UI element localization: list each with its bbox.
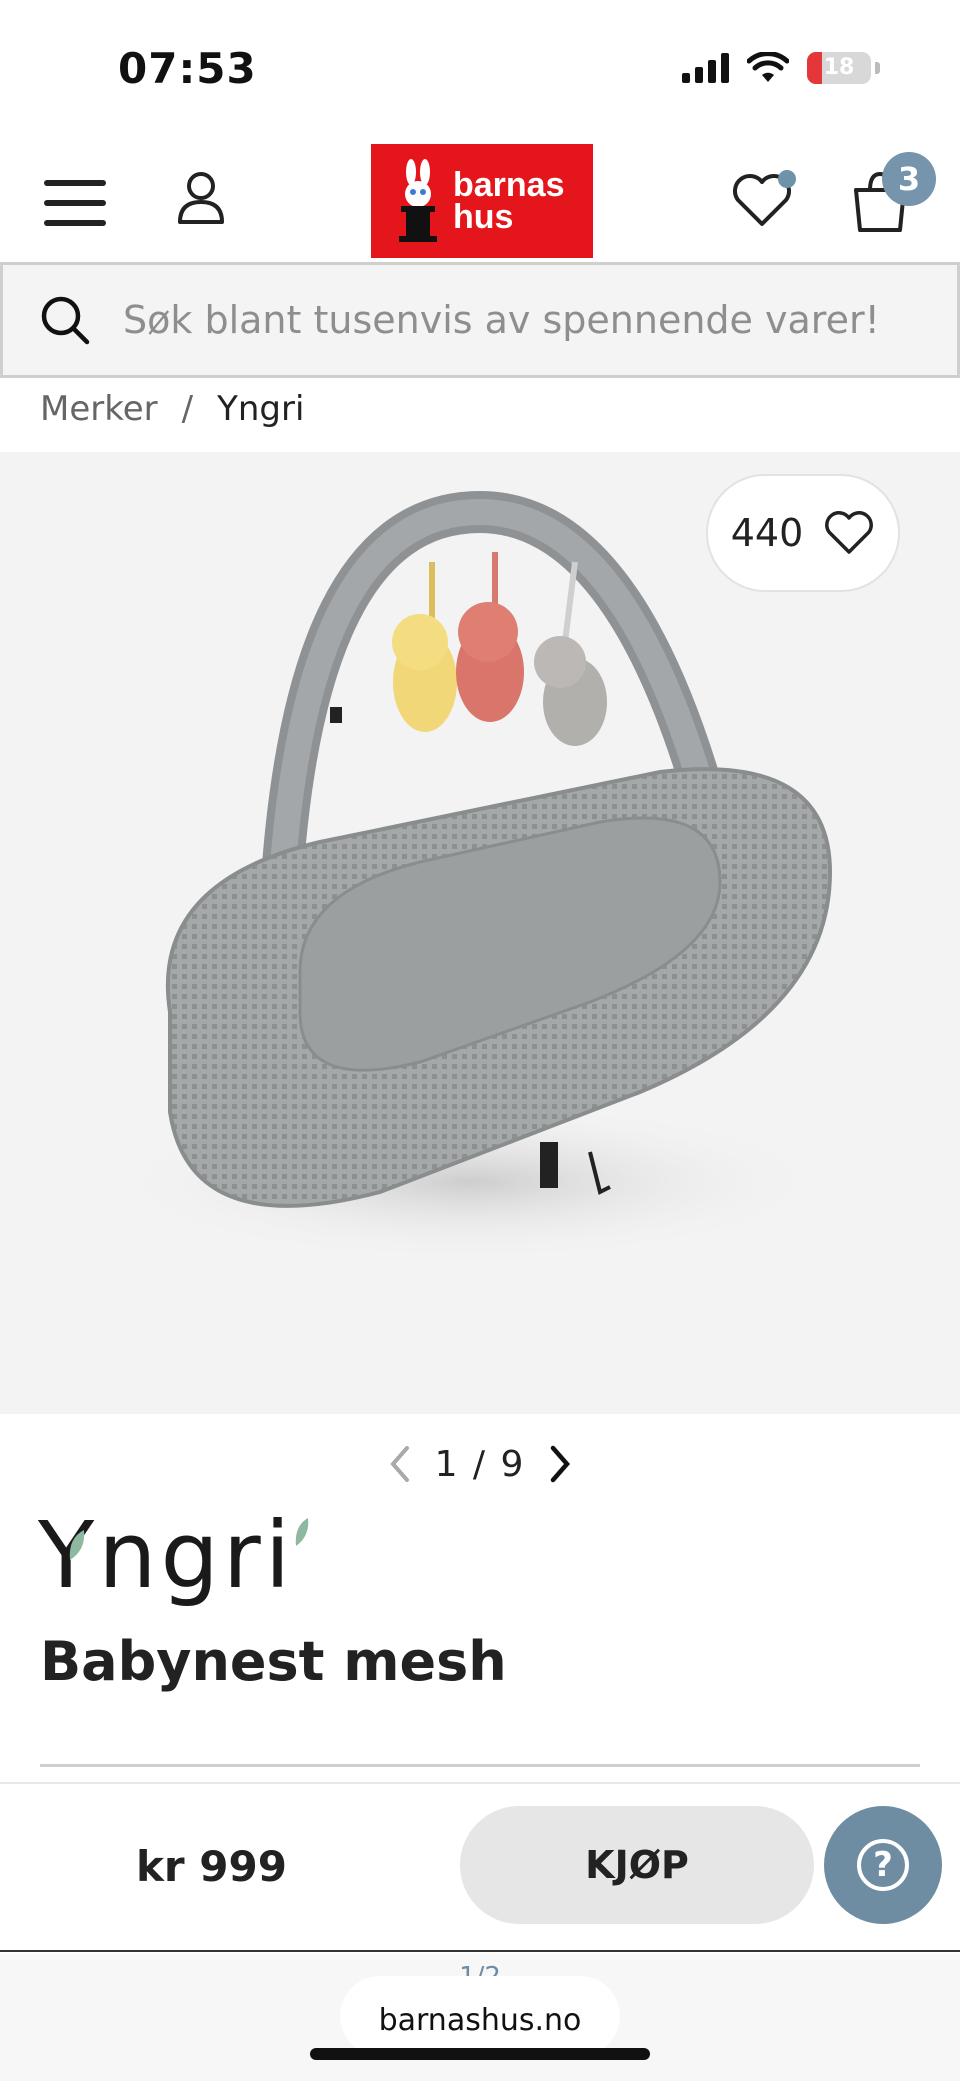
home-indicator[interactable] — [310, 2048, 650, 2060]
like-count: 440 — [730, 511, 804, 555]
breadcrumb-item-yngri: Yngri — [217, 389, 305, 429]
logo-text: barnas hus — [453, 166, 565, 236]
signal-icon — [682, 53, 729, 83]
battery-cap — [875, 62, 880, 74]
chevron-left-icon[interactable] — [385, 1444, 415, 1484]
product-price: kr 999 — [136, 1842, 287, 1891]
brand-logo-yngri[interactable]: Yngri — [38, 1510, 309, 1602]
total-pages: 9 — [500, 1443, 526, 1485]
status-time: 07:53 — [118, 44, 257, 93]
search-icon[interactable] — [39, 294, 91, 346]
breadcrumb: Merker / Yngri — [40, 388, 304, 430]
cart-count-badge[interactable]: 3 — [882, 152, 936, 206]
wishlist-notification-dot — [778, 170, 796, 188]
rabbit-hat-icon — [399, 159, 437, 242]
buy-bar: kr 999 KJØP ? — [0, 1782, 960, 1952]
account-icon[interactable] — [176, 170, 226, 226]
battery-level: 18 — [823, 55, 855, 80]
page-separator: / — [472, 1443, 488, 1485]
search-bar[interactable] — [0, 262, 960, 378]
like-button[interactable]: 440 — [706, 474, 900, 592]
current-page: 1 — [434, 1443, 460, 1485]
product-image-gallery[interactable]: 440 — [0, 452, 960, 1414]
status-icons: 18 — [682, 52, 880, 84]
barnashus-logo[interactable]: barnas hus — [371, 144, 593, 258]
divider — [40, 1764, 920, 1767]
product-photo-babynest — [110, 490, 833, 1262]
help-button[interactable]: ? — [824, 1806, 942, 1924]
browser-address-bar: 1/2 barnashus.no — [0, 1954, 960, 2081]
leaf-icon — [69, 1530, 85, 1560]
leaf-icon — [295, 1518, 309, 1546]
url-field[interactable]: barnashus.no — [340, 1976, 620, 2056]
carousel-navigation: 1 / 9 — [0, 1436, 960, 1492]
search-input[interactable] — [123, 298, 923, 342]
breadcrumb-item-merker[interactable]: Merker — [40, 389, 158, 429]
site-header: barnas hus 3 — [0, 140, 960, 262]
page-indicator: 1 / 9 — [435, 1444, 526, 1485]
status-bar: 07:53 18 — [0, 0, 960, 140]
wifi-icon — [747, 52, 789, 84]
url-text: barnashus.no — [378, 2002, 582, 2038]
breadcrumb-separator: / — [181, 389, 194, 429]
battery-icon: 18 — [807, 52, 871, 84]
logo-line-1: barnas — [453, 166, 565, 204]
product-title: Babynest mesh — [40, 1630, 507, 1693]
chevron-right-icon[interactable] — [545, 1444, 575, 1484]
logo-line-2: hus — [453, 198, 514, 236]
buy-button[interactable]: KJØP — [460, 1806, 814, 1924]
hamburger-menu-icon[interactable] — [44, 180, 106, 226]
question-mark-icon: ? — [857, 1839, 909, 1891]
heart-icon — [825, 511, 874, 554]
